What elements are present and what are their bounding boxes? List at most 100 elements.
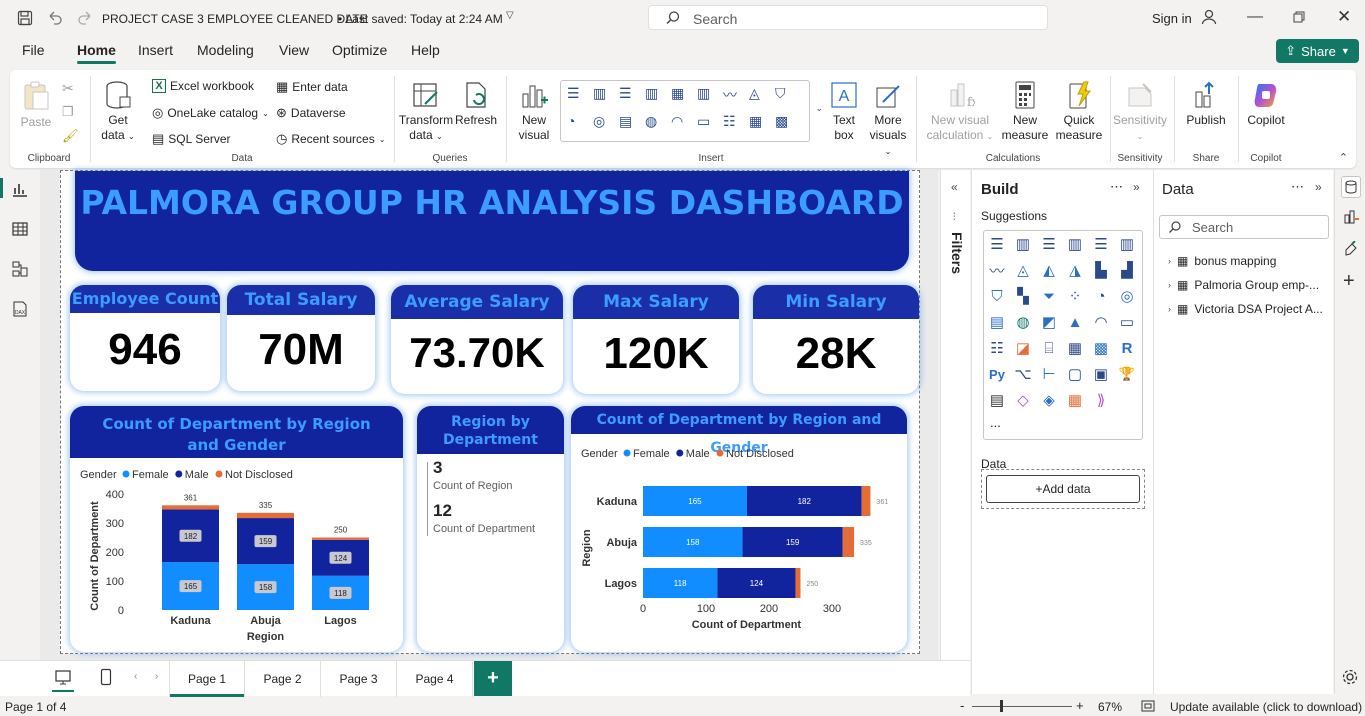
menu-view[interactable]: View xyxy=(279,42,309,58)
menu-modeling[interactable]: Modeling xyxy=(197,42,254,58)
data-pane-icon[interactable] xyxy=(1341,176,1361,198)
collapse-ribbon-icon[interactable]: ⌃ xyxy=(1339,151,1348,164)
next-page-icon[interactable]: › xyxy=(155,671,158,682)
update-available-link[interactable]: Update available (click to download) xyxy=(1170,700,1362,714)
text-box-button[interactable]: A Text box xyxy=(826,80,862,143)
search-box[interactable]: Search xyxy=(648,5,1048,30)
add-data-button[interactable]: +Add data xyxy=(986,475,1140,503)
zoom-out-icon[interactable]: - xyxy=(960,698,964,713)
power-automate-visual-icon[interactable]: ◈ xyxy=(1038,389,1060,411)
goals-visual-icon[interactable]: 🏆 xyxy=(1116,363,1138,385)
kpi-card-employee-count[interactable]: Employee Count 946 xyxy=(70,285,220,391)
zoom-slider-thumb[interactable] xyxy=(1000,700,1003,712)
page-tab-2[interactable]: Page 2 xyxy=(245,661,321,697)
expand-filters-icon[interactable]: « xyxy=(951,180,958,194)
menu-home[interactable]: Home xyxy=(77,42,116,64)
100-bar-visual-icon[interactable]: ☰ xyxy=(1090,233,1112,255)
redo-icon[interactable] xyxy=(76,9,94,27)
table-item[interactable]: › ▦ Palmoria Group emp-... xyxy=(1168,278,1319,292)
new-measure-button[interactable]: New measure xyxy=(1000,80,1050,143)
desktop-layout-icon[interactable] xyxy=(54,669,72,685)
settings-gear-icon[interactable] xyxy=(1341,668,1359,686)
onelake-catalog-button[interactable]: ◎ OneLake catalog ⌄ xyxy=(152,105,269,121)
100-area-visual-icon[interactable]: ◮ xyxy=(1064,259,1086,281)
collapse-pane-icon[interactable]: » xyxy=(1133,180,1140,194)
previous-page-icon[interactable]: ‹ xyxy=(134,671,137,682)
stacked-column-visual-icon[interactable]: ▥ xyxy=(1012,233,1034,255)
python-visual-icon[interactable]: Py xyxy=(986,363,1008,385)
restore-icon[interactable] xyxy=(1293,11,1305,23)
build-pane-icon[interactable] xyxy=(1341,206,1361,228)
table-view-icon[interactable] xyxy=(11,220,29,238)
key-influencers-visual-icon[interactable]: ⌥ xyxy=(1012,363,1034,385)
fit-to-page-icon[interactable] xyxy=(1141,700,1155,712)
add-page-button[interactable]: + xyxy=(474,661,512,696)
decomposition-tree-visual-icon[interactable]: ⊢ xyxy=(1038,363,1060,385)
funnel-visual-icon[interactable]: ⏷ xyxy=(1038,285,1060,307)
line-column-visual-icon[interactable]: ▙ xyxy=(1090,259,1112,281)
table-item[interactable]: › ▦ Victoria DSA Project A... xyxy=(1168,302,1323,316)
page-tab-4[interactable]: Page 4 xyxy=(397,661,473,697)
save-icon[interactable] xyxy=(16,9,34,27)
more-visuals-button[interactable]: More visuals ⌄ xyxy=(866,80,910,159)
undo-icon[interactable] xyxy=(46,9,64,27)
share-button[interactable]: ⇪ Share ▼ xyxy=(1276,39,1359,63)
menu-help[interactable]: Help xyxy=(411,42,440,58)
azure-map-visual-icon[interactable]: ▲ xyxy=(1064,311,1086,333)
zoom-slider[interactable] xyxy=(972,706,1072,707)
qa-visual-icon[interactable]: ▢ xyxy=(1064,363,1086,385)
pie-visual-icon[interactable]: ◔ xyxy=(1090,285,1112,307)
dax-query-view-icon[interactable]: DAX xyxy=(11,300,29,318)
gauge-visual-icon[interactable]: ◠ xyxy=(1090,311,1112,333)
quick-measure-button[interactable]: Quick measure xyxy=(1052,80,1106,143)
menu-insert[interactable]: Insert xyxy=(138,42,173,58)
region-by-department-card[interactable]: Region by Department 3 Count of Region 1… xyxy=(417,406,564,652)
line-clustered-visual-icon[interactable]: ▟ xyxy=(1116,259,1138,281)
copilot-button[interactable]: Copilot xyxy=(1242,80,1290,128)
data-search-input[interactable]: Search xyxy=(1159,215,1329,239)
100-column-visual-icon[interactable]: ▥ xyxy=(1116,233,1138,255)
format-pane-icon[interactable] xyxy=(1341,238,1361,260)
publish-button[interactable]: Publish xyxy=(1180,80,1232,128)
donut-visual-icon[interactable]: ◎ xyxy=(1116,285,1138,307)
kpi-card-average-salary[interactable]: Average Salary 73.70K xyxy=(391,285,563,394)
visual-gallery[interactable]: ☰ ▥ ☰ ▥ ▦ ▥ 〰 ◬ ⛉ ◔ ◎ ▤ ◍ ◠ ▭ ☷ ▦ ▩ ⌄ xyxy=(560,80,823,142)
chevron-down-icon[interactable]: ▽ xyxy=(506,10,514,21)
chart-panel-vertical[interactable]: Count of Department by Region and Gender… xyxy=(70,406,403,652)
power-bi-visual-visual-icon[interactable]: ⟫ xyxy=(1090,389,1112,411)
sensitivity-button[interactable]: Sensitivity ⌄ xyxy=(1110,80,1170,144)
menu-optimize[interactable]: Optimize xyxy=(332,42,387,58)
new-visual-button[interactable]: New visual xyxy=(514,80,554,143)
filters-pane[interactable]: « ⫶ Filters xyxy=(940,170,970,694)
card-visual-icon[interactable]: ▭ xyxy=(1116,311,1138,333)
table-visual-icon[interactable]: ▦ xyxy=(1064,337,1086,359)
paste-button[interactable]: Paste xyxy=(18,80,54,130)
treemap-visual-icon[interactable]: ▤ xyxy=(986,311,1008,333)
kpi-visual-icon[interactable]: ◪ xyxy=(1012,337,1034,359)
stacked-area-visual-icon[interactable]: ◭ xyxy=(1038,259,1060,281)
close-icon[interactable]: ✕ xyxy=(1337,7,1351,27)
collapse-pane-icon[interactable]: » xyxy=(1315,180,1322,194)
menu-file[interactable]: File xyxy=(22,42,45,58)
enter-data-button[interactable]: ▦ Enter data xyxy=(276,79,348,95)
sign-in-link[interactable]: Sign in xyxy=(1152,11,1192,26)
document-title[interactable]: PROJECT CASE 3 EMPLOYEE CLEANED DATE xyxy=(102,12,368,26)
power-apps-visual-icon[interactable]: ◇ xyxy=(1012,389,1034,411)
sql-server-button[interactable]: ▤ SQL Server xyxy=(152,131,231,147)
clustered-column-visual-icon[interactable]: ▥ xyxy=(1064,233,1086,255)
recent-sources-button[interactable]: ◷ Recent sources ⌄ xyxy=(276,131,385,147)
minimize-icon[interactable]: — xyxy=(1247,8,1263,26)
narrative-visual-icon[interactable]: ▣ xyxy=(1090,363,1112,385)
add-pane-icon[interactable]: + xyxy=(1343,270,1355,293)
table-item[interactable]: › ▦ bonus mapping xyxy=(1168,254,1276,268)
matrix-visual-icon[interactable]: ▩ xyxy=(1090,337,1112,359)
format-painter-icon[interactable]: 🖌 xyxy=(62,128,79,144)
waterfall-visual-icon[interactable]: ▚ xyxy=(1012,285,1034,307)
more-visuals-icon[interactable]: ... xyxy=(990,415,1001,430)
transform-data-button[interactable]: Transform data ⌄ xyxy=(398,80,454,144)
chart-panel-horizontal[interactable]: Count of Department by Region and Gender… xyxy=(571,406,907,652)
dataverse-button[interactable]: ⊛ Dataverse xyxy=(276,105,346,121)
new-visual-calculation-button[interactable]: fx New visual calculation ⌄ xyxy=(920,80,1000,144)
kpi-card-total-salary[interactable]: Total Salary 70M xyxy=(227,285,375,391)
mobile-layout-icon[interactable] xyxy=(100,668,112,686)
